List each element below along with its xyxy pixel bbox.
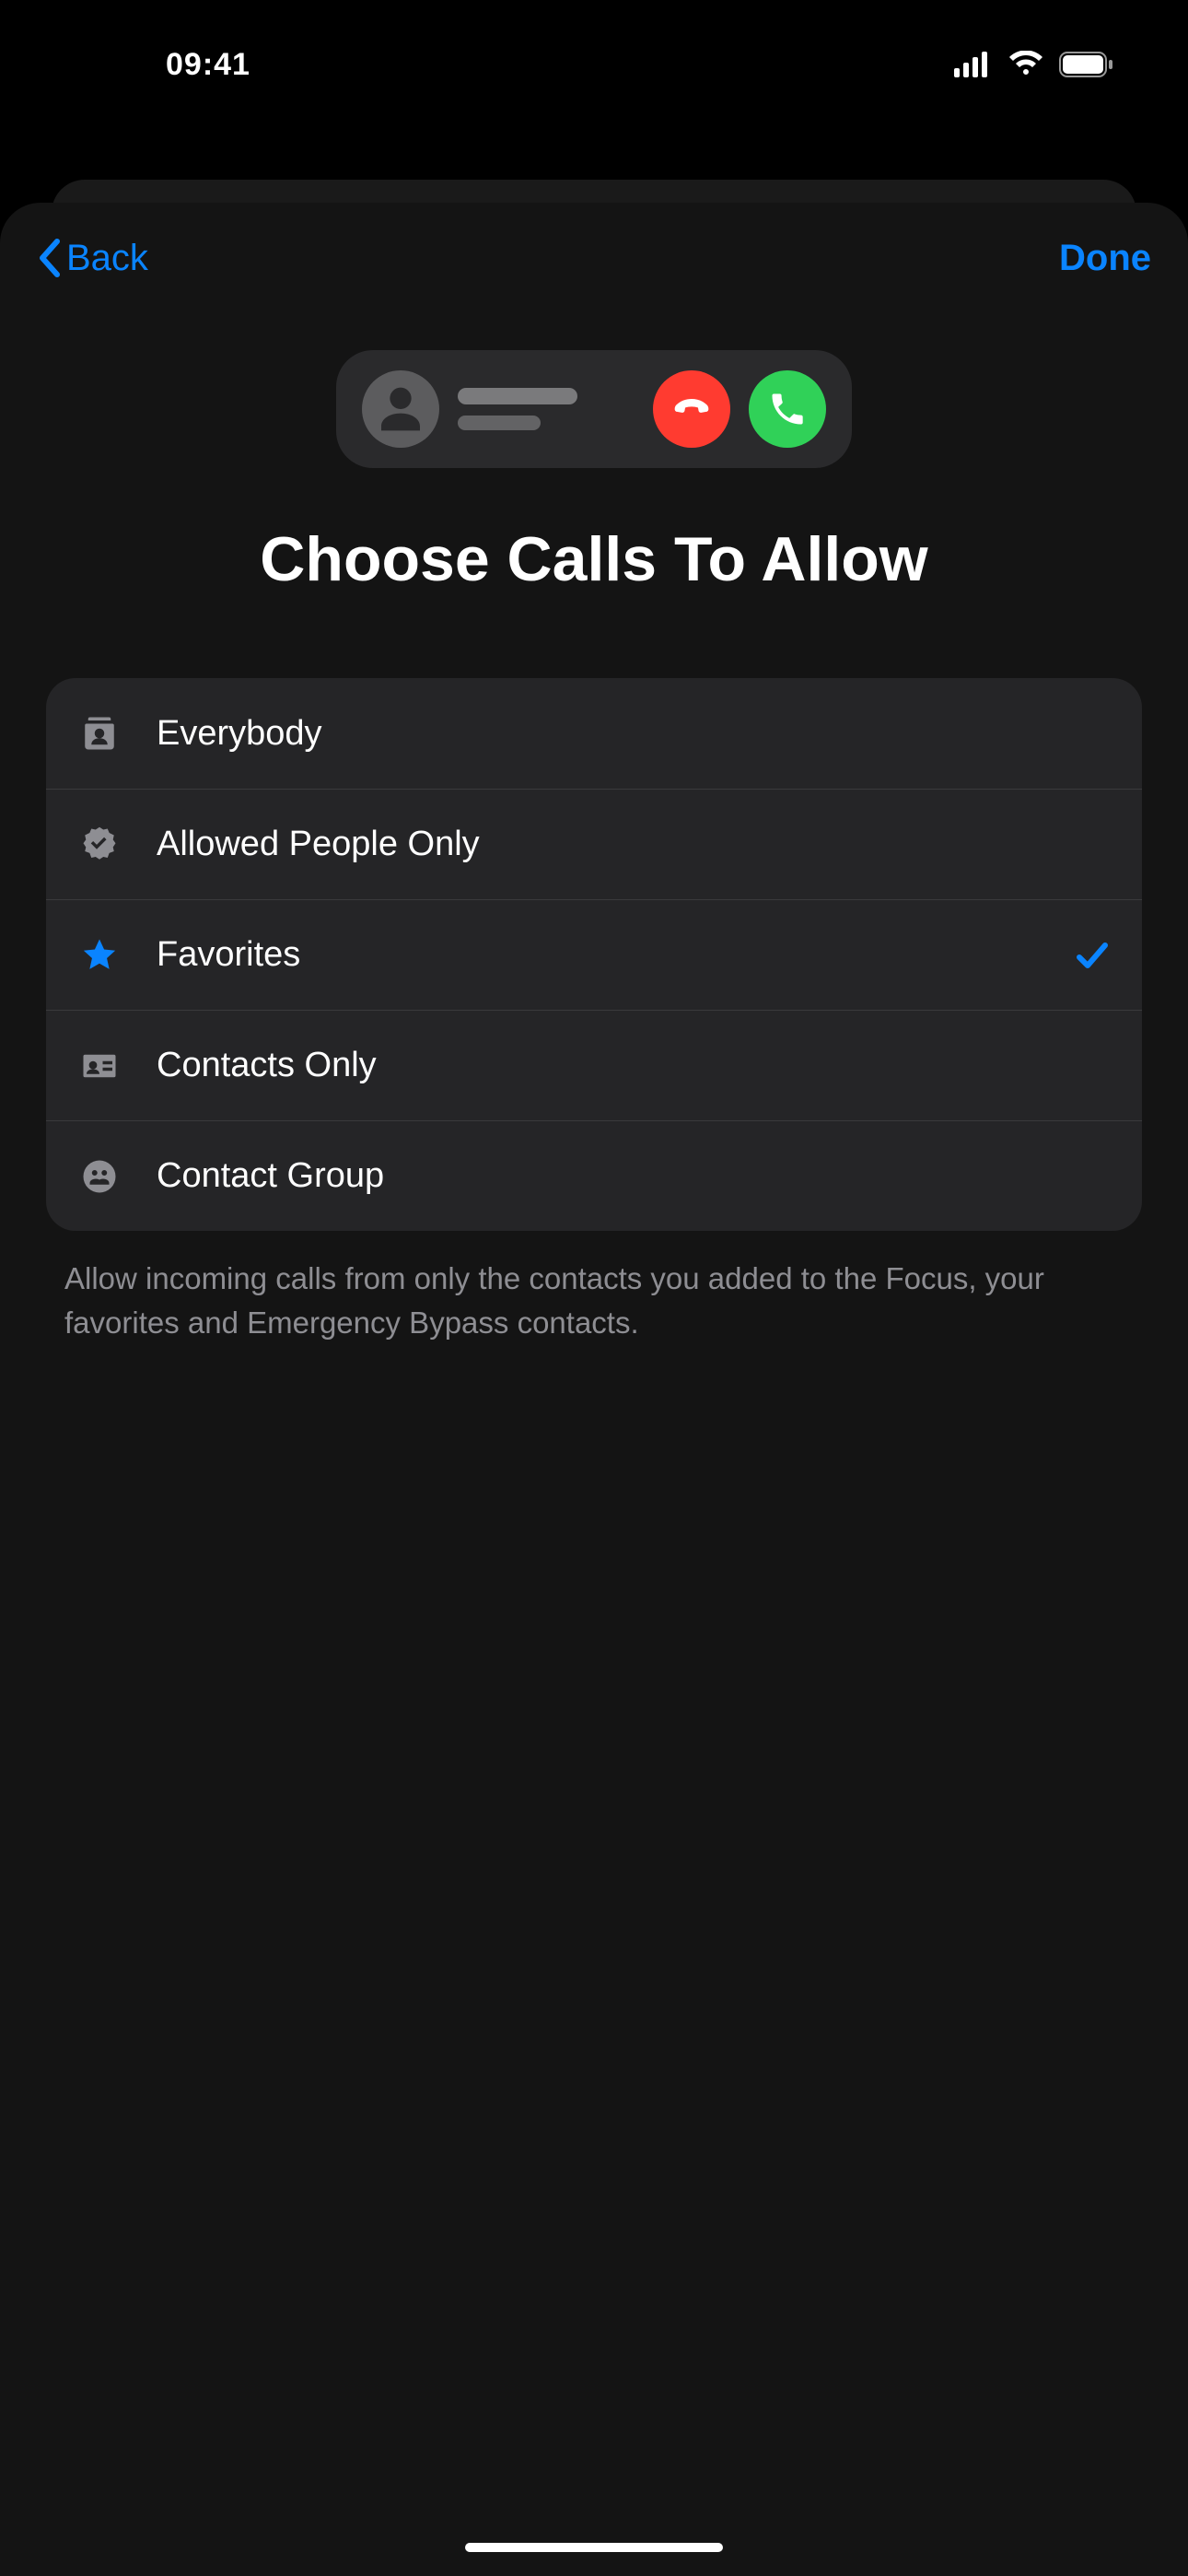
option-contact-group[interactable]: Contact Group [46, 1120, 1142, 1231]
placeholder-line [458, 388, 577, 404]
chevron-left-icon [37, 238, 63, 278]
back-label: Back [66, 238, 148, 279]
seal-check-icon [77, 823, 122, 867]
option-contacts-only[interactable]: Contacts Only [46, 1010, 1142, 1120]
status-time: 09:41 [166, 47, 250, 83]
group-icon [77, 1154, 122, 1199]
nav-bar: Back Done [0, 203, 1188, 313]
cellular-icon [954, 52, 993, 77]
options-list: Everybody Allowed People Only Favorites [46, 678, 1142, 1231]
option-label: Favorites [157, 935, 1074, 975]
id-card-icon [77, 1044, 122, 1088]
done-button[interactable]: Done [1059, 238, 1151, 279]
decline-call-icon [653, 370, 730, 448]
call-preview [336, 350, 852, 468]
star-icon [77, 933, 122, 978]
option-label: Allowed People Only [157, 825, 1111, 864]
option-allowed-people[interactable]: Allowed People Only [46, 789, 1142, 899]
option-label: Everybody [157, 714, 1111, 754]
option-label: Contact Group [157, 1156, 1111, 1196]
caller-avatar-icon [362, 370, 439, 448]
placeholder-line [458, 416, 541, 430]
screen: 09:41 Back Done [0, 0, 1188, 2576]
accept-call-icon [749, 370, 826, 448]
option-label: Contacts Only [157, 1046, 1111, 1085]
footer-note: Allow incoming calls from only the conta… [64, 1257, 1124, 1345]
wifi-icon [1007, 51, 1044, 78]
contacts-icon [77, 711, 122, 755]
option-everybody[interactable]: Everybody [46, 678, 1142, 789]
caller-name-placeholder [458, 388, 635, 430]
option-favorites[interactable]: Favorites [46, 899, 1142, 1010]
status-icons-group [954, 51, 1114, 78]
checkmark-icon [1074, 937, 1111, 974]
page-title: Choose Calls To Allow [260, 523, 927, 595]
status-bar: 09:41 [0, 0, 1188, 129]
home-indicator[interactable] [465, 2543, 723, 2552]
hero: Choose Calls To Allow [0, 350, 1188, 595]
battery-icon [1059, 52, 1114, 77]
modal-sheet: Back Done Choose Calls To All [0, 203, 1188, 2576]
back-button[interactable]: Back [37, 238, 148, 279]
